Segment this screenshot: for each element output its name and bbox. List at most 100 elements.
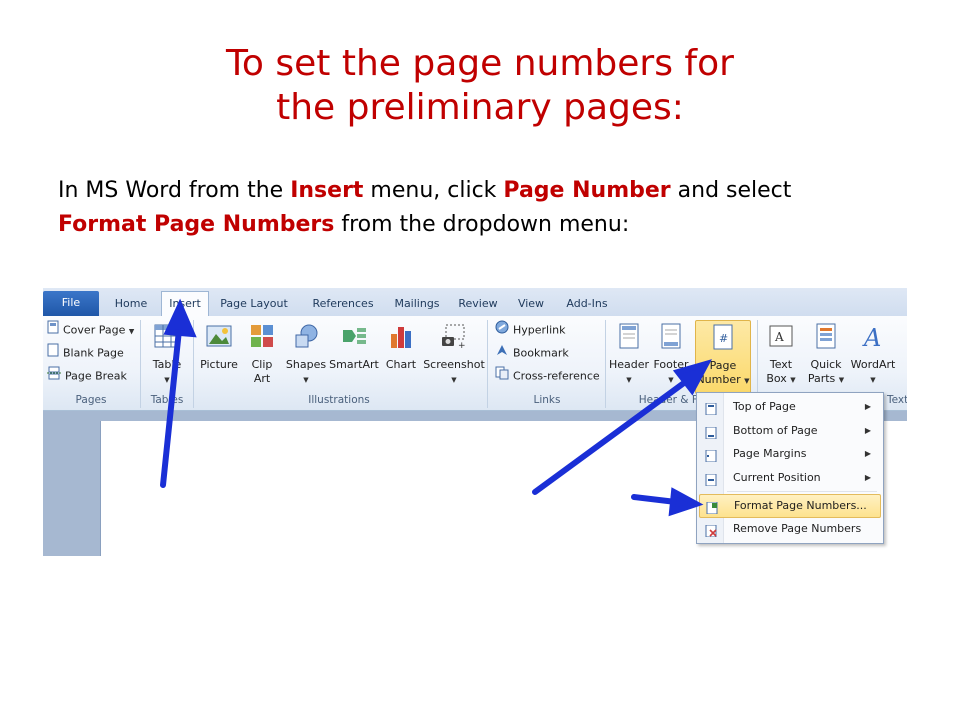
clip-art-button[interactable]: Clip Art	[243, 320, 281, 392]
page-number-label-1: Page	[709, 359, 737, 372]
menu-item-label: Bottom of Page	[733, 424, 818, 437]
group-separator	[605, 320, 606, 408]
chart-icon	[381, 322, 421, 354]
header-button[interactable]: Header ▼	[609, 320, 649, 392]
screenshot-button[interactable]: + Screenshot ▼	[423, 320, 485, 392]
page-number-dropdown: Top of Page ▶ Bottom of Page ▶ Page Marg…	[696, 392, 884, 544]
tab-home[interactable]: Home	[109, 292, 153, 316]
clip-art-label-1: Clip	[251, 358, 273, 371]
blank-page-button[interactable]: Blank Page	[47, 343, 124, 363]
instruction-page-number: Page Number	[503, 178, 671, 203]
chevron-down-icon: ▼	[668, 376, 674, 384]
footer-label: Footer	[653, 358, 689, 371]
quick-parts-label-2: Parts	[807, 372, 836, 385]
ribbon-tab-bar: File Home Insert Page Layout References …	[43, 288, 907, 317]
hyperlink-icon	[495, 320, 509, 341]
slide-title: To set the page numbers for the prelimin…	[0, 42, 960, 130]
tab-view[interactable]: View	[511, 292, 551, 316]
cross-reference-label: Cross-reference	[513, 369, 600, 383]
tab-mailings[interactable]: Mailings	[389, 292, 445, 316]
footer-button[interactable]: Footer ▼	[651, 320, 691, 392]
menu-item-label: Remove Page Numbers	[733, 522, 862, 535]
tables-group-label: Tables	[150, 394, 184, 406]
clip-art-icon	[243, 322, 281, 354]
quick-parts-button[interactable]: Quick Parts ▼	[803, 320, 849, 392]
tab-add-ins[interactable]: Add-Ins	[559, 292, 615, 316]
word-screenshot: File Home Insert Page Layout References …	[43, 288, 907, 556]
cross-reference-button[interactable]: Cross-reference	[495, 366, 600, 386]
chevron-down-icon: ▼	[626, 376, 632, 384]
chevron-down-icon: ▼	[128, 327, 135, 336]
current-position-icon	[705, 472, 717, 494]
text-box-label-1: Text	[769, 358, 793, 371]
menu-item-page-margins[interactable]: Page Margins ▶	[699, 443, 879, 465]
instruction-part-4: from the dropdown menu:	[334, 212, 630, 237]
menu-item-format-page-numbers[interactable]: Format Page Numbers...	[699, 494, 881, 518]
page-break-button[interactable]: Page Break	[47, 366, 127, 386]
cover-page-button[interactable]: Cover Page ▼	[47, 320, 134, 340]
svg-text:+: +	[458, 341, 466, 350]
page-break-icon	[47, 366, 61, 387]
quick-parts-label-1: Quick	[810, 358, 842, 371]
table-button[interactable]: Table ▼	[143, 320, 191, 392]
chevron-down-icon: ▼	[870, 376, 876, 384]
text-box-icon: A	[761, 322, 801, 354]
chevron-down-icon: ▼	[744, 377, 750, 385]
tab-page-layout[interactable]: Page Layout	[215, 292, 293, 316]
menu-item-current-position[interactable]: Current Position ▶	[699, 467, 879, 489]
group-separator	[487, 320, 488, 408]
tab-file[interactable]: File	[43, 291, 99, 316]
chevron-down-icon: ▼	[164, 376, 170, 384]
smartart-icon	[329, 322, 379, 354]
cross-reference-icon	[495, 366, 509, 387]
menu-item-bottom-of-page[interactable]: Bottom of Page ▶	[699, 420, 879, 442]
submenu-arrow-icon: ▶	[864, 473, 871, 482]
screenshot-icon: +	[423, 322, 485, 354]
title-line-2: the preliminary pages:	[276, 87, 684, 128]
smartart-button[interactable]: SmartArt	[329, 320, 379, 392]
chart-label: Chart	[385, 358, 417, 371]
submenu-arrow-icon: ▶	[864, 426, 871, 435]
svg-text:A: A	[862, 324, 881, 350]
svg-text:A: A	[774, 330, 784, 344]
text-box-button[interactable]: A Text Box ▼	[761, 320, 801, 392]
menu-item-label: Top of Page	[733, 400, 796, 413]
quick-parts-icon	[803, 322, 849, 354]
wordart-button[interactable]: A WordArt ▼	[849, 320, 897, 392]
links-group-label: Links	[533, 394, 561, 406]
wordart-icon: A	[849, 322, 897, 354]
page-number-button[interactable]: # Page Number ▼	[695, 320, 751, 394]
menu-item-label: Page Margins	[733, 447, 807, 460]
submenu-arrow-icon: ▶	[864, 449, 871, 458]
bookmark-label: Bookmark	[513, 346, 569, 360]
footer-icon	[651, 322, 691, 354]
chevron-down-icon: ▼	[838, 376, 845, 384]
menu-item-label: Current Position	[733, 471, 821, 484]
clip-art-label-2: Art	[253, 372, 271, 385]
menu-item-remove-page-numbers[interactable]: Remove Page Numbers	[699, 518, 879, 540]
text-group-label: Text	[887, 394, 907, 406]
screenshot-label: Screenshot	[423, 358, 485, 371]
shapes-button[interactable]: Shapes ▼	[283, 320, 329, 392]
hyperlink-label: Hyperlink	[513, 323, 566, 337]
tab-references[interactable]: References	[303, 292, 383, 316]
hyperlink-button[interactable]: Hyperlink	[495, 320, 566, 340]
tab-review[interactable]: Review	[453, 292, 503, 316]
header-icon	[609, 322, 649, 354]
picture-button[interactable]: Picture	[197, 320, 241, 392]
cover-page-label: Cover Page	[63, 323, 126, 337]
remove-page-numbers-icon	[705, 523, 717, 545]
menu-item-top-of-page[interactable]: Top of Page ▶	[699, 396, 879, 418]
bookmark-icon	[495, 343, 509, 364]
tab-insert[interactable]: Insert	[161, 291, 209, 317]
page-number-label-2: Number	[696, 373, 741, 386]
instruction-text: In MS Word from the Insert menu, click P…	[58, 174, 938, 242]
menu-item-label: Format Page Numbers...	[734, 499, 867, 512]
chart-button[interactable]: Chart	[381, 320, 421, 392]
instruction-part-2: menu, click	[363, 178, 504, 203]
text-box-label-2: Box	[766, 372, 787, 385]
bookmark-button[interactable]: Bookmark	[495, 343, 569, 363]
blank-page-label: Blank Page	[63, 346, 124, 360]
picture-label: Picture	[200, 358, 238, 371]
picture-icon	[197, 322, 241, 354]
